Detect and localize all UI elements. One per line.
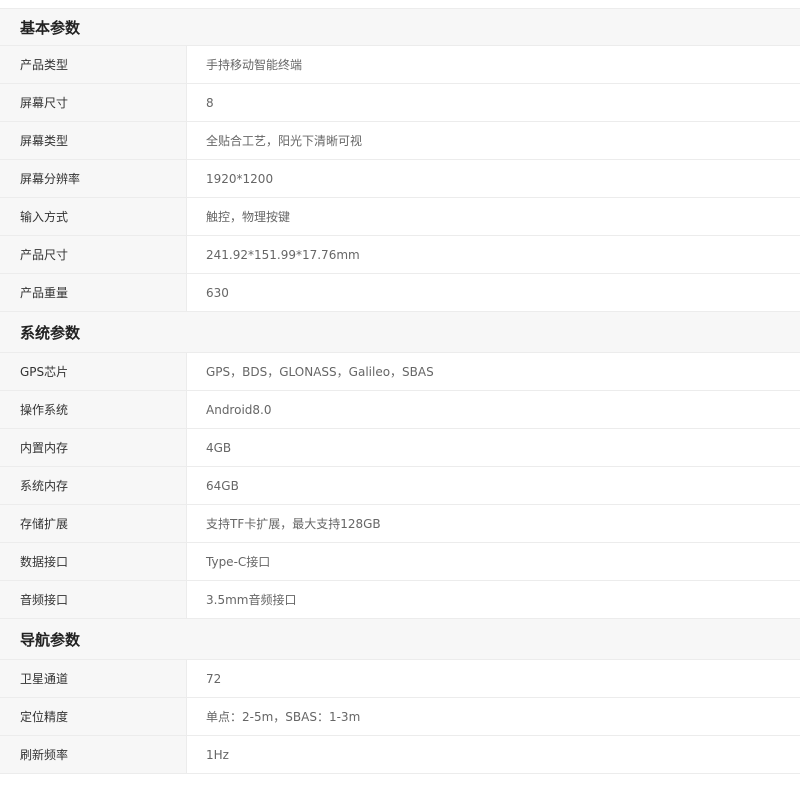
spec-label: 卫星通道 xyxy=(0,660,187,697)
spec-row: 内置内存 4GB xyxy=(0,429,800,467)
spec-value: Android8.0 xyxy=(187,391,800,428)
spec-row: 存储扩展 支持TF卡扩展，最大支持128GB xyxy=(0,505,800,543)
spec-value: 630 xyxy=(187,274,800,311)
spec-label: 刷新频率 xyxy=(0,736,187,773)
spec-label: 音频接口 xyxy=(0,581,187,618)
spec-row: 定位精度 单点：2-5m，SBAS：1-3m xyxy=(0,698,800,736)
spec-value: Type-C接口 xyxy=(187,543,800,580)
spec-label: 产品重量 xyxy=(0,274,187,311)
section-header-system: 系统参数 xyxy=(0,312,800,353)
spec-label: 系统内存 xyxy=(0,467,187,504)
spec-row: 产品类型 手持移动智能终端 xyxy=(0,46,800,84)
spec-row: 屏幕类型 全贴合工艺，阳光下清晰可视 xyxy=(0,122,800,160)
spec-row: 操作系统 Android8.0 xyxy=(0,391,800,429)
spec-value: 全贴合工艺，阳光下清晰可视 xyxy=(187,122,800,159)
spec-value: 4GB xyxy=(187,429,800,466)
spec-label: 定位精度 xyxy=(0,698,187,735)
spec-label: 输入方式 xyxy=(0,198,187,235)
spec-label: 屏幕分辨率 xyxy=(0,160,187,197)
spec-value: 单点：2-5m，SBAS：1-3m xyxy=(187,698,800,735)
spec-table: 基本参数 产品类型 手持移动智能终端 屏幕尺寸 8 屏幕类型 全贴合工艺，阳光下… xyxy=(0,8,800,774)
spec-value: 1920*1200 xyxy=(187,160,800,197)
spec-value: 手持移动智能终端 xyxy=(187,46,800,83)
spec-label: 产品尺寸 xyxy=(0,236,187,273)
spec-row: 数据接口 Type-C接口 xyxy=(0,543,800,581)
spec-label: 产品类型 xyxy=(0,46,187,83)
spec-value: 支持TF卡扩展，最大支持128GB xyxy=(187,505,800,542)
spec-label: 屏幕尺寸 xyxy=(0,84,187,121)
section-header-basic: 基本参数 xyxy=(0,9,800,46)
spec-label: 屏幕类型 xyxy=(0,122,187,159)
spec-row: 产品尺寸 241.92*151.99*17.76mm xyxy=(0,236,800,274)
spec-value: 触控，物理按键 xyxy=(187,198,800,235)
spec-row: 屏幕分辨率 1920*1200 xyxy=(0,160,800,198)
spec-label: 内置内存 xyxy=(0,429,187,466)
spec-label: 存储扩展 xyxy=(0,505,187,542)
section-header-navigation: 导航参数 xyxy=(0,619,800,660)
spec-value: 64GB xyxy=(187,467,800,504)
spec-row: 屏幕尺寸 8 xyxy=(0,84,800,122)
spec-value: 3.5mm音频接口 xyxy=(187,581,800,618)
spec-value: 241.92*151.99*17.76mm xyxy=(187,236,800,273)
spec-label: 数据接口 xyxy=(0,543,187,580)
spec-label: 操作系统 xyxy=(0,391,187,428)
spec-row: 刷新频率 1Hz xyxy=(0,736,800,774)
spec-value: 8 xyxy=(187,84,800,121)
spec-row: 卫星通道 72 xyxy=(0,660,800,698)
spec-value: GPS，BDS，GLONASS，Galileo，SBAS xyxy=(187,353,800,390)
spec-row: GPS芯片 GPS，BDS，GLONASS，Galileo，SBAS xyxy=(0,353,800,391)
spec-row: 输入方式 触控，物理按键 xyxy=(0,198,800,236)
spec-row: 产品重量 630 xyxy=(0,274,800,312)
spec-value: 1Hz xyxy=(187,736,800,773)
spec-row: 系统内存 64GB xyxy=(0,467,800,505)
spec-value: 72 xyxy=(187,660,800,697)
spec-label: GPS芯片 xyxy=(0,353,187,390)
spec-row: 音频接口 3.5mm音频接口 xyxy=(0,581,800,619)
